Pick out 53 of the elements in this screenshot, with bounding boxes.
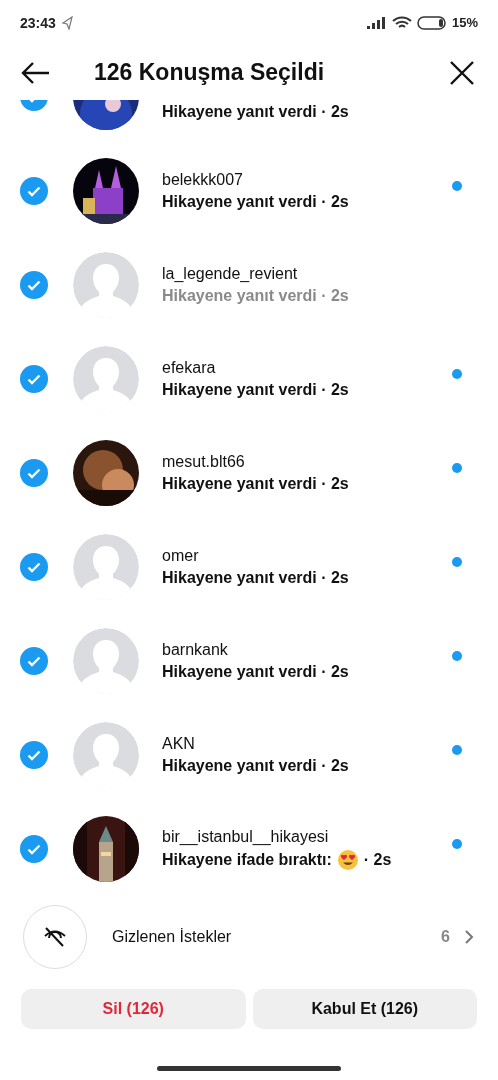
username: bir__istanbul__hikayesi [162, 828, 330, 846]
delete-button[interactable]: Sil (126) [21, 989, 246, 1029]
battery-icon [416, 15, 447, 30]
username: omer [162, 547, 200, 565]
check-icon [27, 843, 41, 855]
check-icon [27, 561, 41, 573]
selection-checkbox[interactable] [20, 835, 48, 863]
wifi-icon [391, 15, 412, 30]
check-icon [27, 279, 41, 291]
selection-checkbox[interactable] [20, 741, 48, 769]
message-preview: Hikayene yanıt verdi · 2s [162, 475, 349, 493]
message-preview: Hikayene yanıt verdi · 2s [162, 287, 349, 305]
username: belekkk007 [162, 171, 244, 189]
heart-eyes-emoji-icon [337, 850, 358, 870]
check-icon [27, 467, 41, 479]
selection-checkbox[interactable] [20, 459, 48, 487]
message-preview: Hikayene ifade bıraktı: [162, 851, 332, 869]
message-preview: Hikayene yanıt verdi · 2s [162, 757, 349, 775]
status-time: 23:43 [20, 14, 56, 31]
check-icon [27, 185, 41, 197]
username: AKN [162, 735, 196, 753]
default-avatar-icon [73, 346, 139, 412]
message-preview: Hikayene yanıt verdi · 2s [162, 193, 349, 211]
message-preview: Hikayene yanıt verdi · 2s [162, 569, 349, 587]
check-icon [27, 749, 41, 761]
header-title: 126 Konuşma Seçildi [94, 59, 326, 86]
selection-checkbox[interactable] [20, 177, 48, 205]
check-icon [27, 655, 41, 667]
chevron-right-icon[interactable] [464, 929, 474, 945]
message-time: · 2s [363, 851, 392, 869]
message-preview: Hikayene yanıt verdi · 2s [162, 103, 349, 121]
username: barnkank [162, 641, 229, 659]
selection-checkbox[interactable] [20, 365, 48, 393]
signal-icon [366, 16, 387, 29]
battery-percent: 15% [451, 15, 478, 30]
username: mesut.blt66 [162, 453, 246, 471]
selection-checkbox[interactable] [20, 553, 48, 581]
hidden-requests-label[interactable]: Gizlenen İstekler [112, 928, 442, 946]
username: la_legende_revient [162, 265, 299, 283]
message-preview: Hikayene yanıt verdi · 2s [162, 381, 349, 399]
message-preview: Hikayene yanıt verdi · 2s [162, 663, 349, 681]
default-avatar-icon [73, 722, 139, 788]
default-avatar-icon [73, 628, 139, 694]
username: efekara [162, 359, 217, 377]
default-avatar-icon [73, 252, 139, 318]
selection-checkbox[interactable] [20, 647, 48, 675]
eye-off-icon [43, 926, 67, 948]
accept-button[interactable]: Kabul Et (126) [252, 989, 477, 1029]
default-avatar-icon [73, 534, 139, 600]
hidden-requests-count: 6 [441, 928, 450, 946]
selection-checkbox[interactable] [20, 271, 48, 299]
location-icon [60, 15, 73, 30]
check-icon [27, 373, 41, 385]
